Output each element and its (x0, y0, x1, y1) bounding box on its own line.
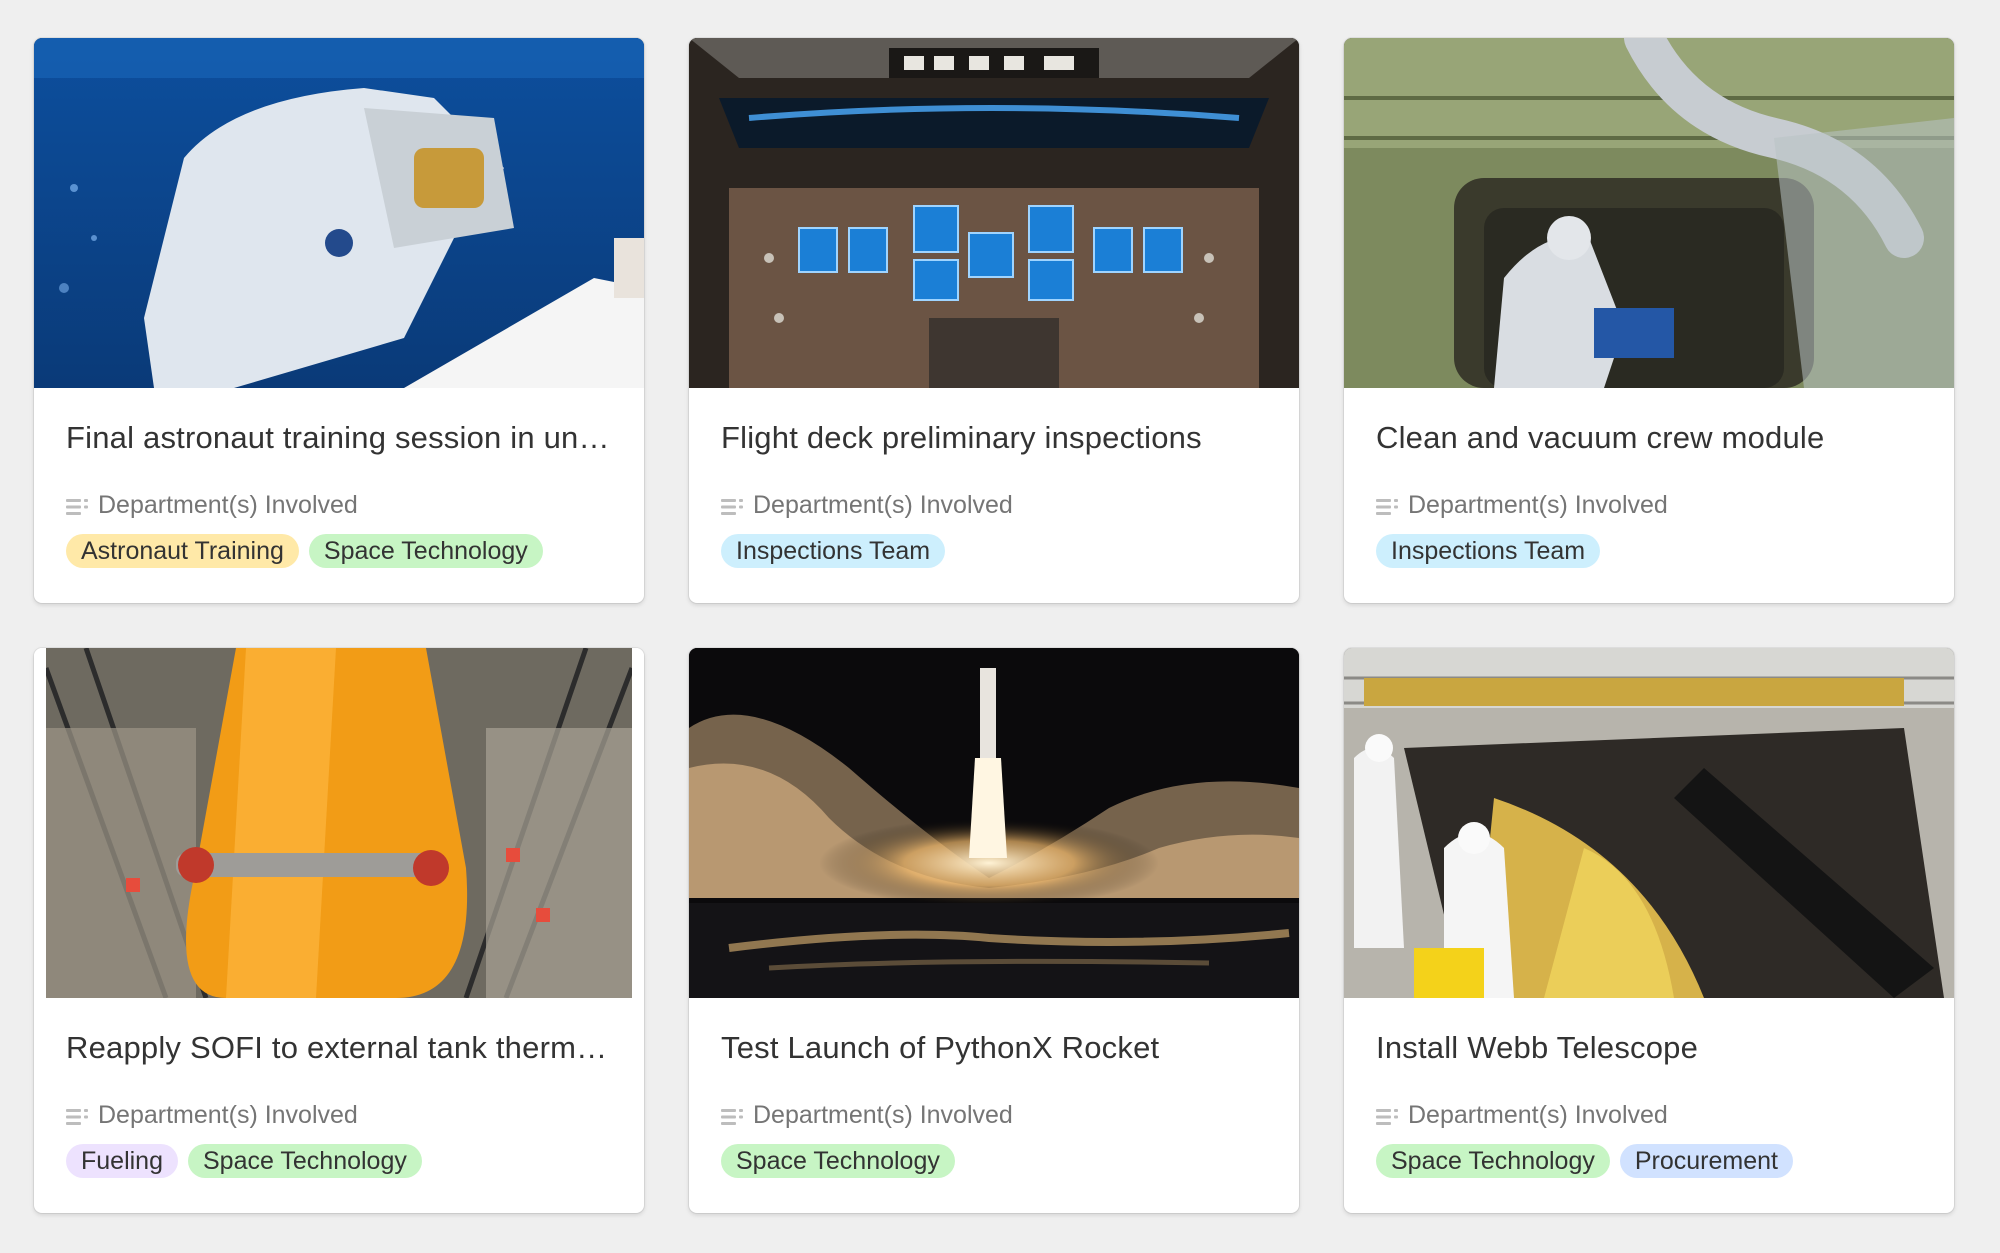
department-tag: Space Technology (1376, 1144, 1610, 1178)
department-tag: Procurement (1619, 1144, 1793, 1178)
field-label-row: Department(s) Involved (721, 488, 1267, 522)
department-tag: Space Technology (308, 534, 543, 568)
record-card[interactable]: Test Launch of PythonX Rocket Department… (689, 648, 1299, 1213)
cover-image (689, 38, 1299, 388)
field-label-row: Department(s) Involved (66, 1098, 612, 1132)
department-tag: Fueling (66, 1144, 178, 1178)
cover-image (1344, 38, 1954, 388)
field-label-row: Department(s) Involved (721, 1098, 1267, 1132)
department-tag: Space Technology (721, 1144, 955, 1178)
field-label-row: Department(s) Involved (1376, 488, 1922, 522)
department-tag: Astronaut Training (66, 534, 299, 568)
multiple-select-icon (66, 495, 90, 515)
field-label: Department(s) Involved (98, 1100, 358, 1129)
cover-image (1344, 648, 1954, 998)
card-title: Final astronaut training session in unde… (66, 420, 612, 455)
card-title: Reapply SOFI to external tank thermal pr… (66, 1030, 612, 1065)
multiple-select-icon (1376, 1105, 1400, 1125)
field-label: Department(s) Involved (753, 490, 1013, 519)
record-card[interactable]: Clean and vacuum crew module Department(… (1344, 38, 1954, 603)
tag-list: Inspections Team (721, 534, 1267, 568)
department-tag: Inspections Team (721, 534, 946, 568)
multiple-select-icon (1376, 495, 1400, 515)
card-title: Flight deck preliminary inspections (721, 420, 1202, 455)
card-title: Test Launch of PythonX Rocket (721, 1030, 1160, 1065)
tag-list: Astronaut Training Space Technology (66, 534, 612, 568)
cover-image (34, 38, 644, 388)
record-card[interactable]: Install Webb Telescope Department(s) Inv… (1344, 648, 1954, 1213)
field-label-row: Department(s) Involved (1376, 1098, 1922, 1132)
multiple-select-icon (721, 1105, 745, 1125)
card-title: Install Webb Telescope (1376, 1030, 1699, 1065)
card-title: Clean and vacuum crew module (1376, 420, 1825, 455)
record-gallery: Final astronaut training session in unde… (34, 38, 1954, 1213)
department-tag: Space Technology (188, 1144, 422, 1178)
field-label-row: Department(s) Involved (66, 488, 612, 522)
multiple-select-icon (66, 1105, 90, 1125)
tag-list: Fueling Space Technology (66, 1144, 612, 1178)
record-card[interactable]: Reapply SOFI to external tank thermal pr… (34, 648, 644, 1213)
tag-list: Space Technology (721, 1144, 1267, 1178)
record-card[interactable]: Final astronaut training session in unde… (34, 38, 644, 603)
cover-image (689, 648, 1299, 998)
field-label: Department(s) Involved (753, 1100, 1013, 1129)
tag-list: Inspections Team (1376, 534, 1922, 568)
record-card[interactable]: Flight deck preliminary inspections Depa… (689, 38, 1299, 603)
cover-image (34, 648, 644, 998)
field-label: Department(s) Involved (1408, 1100, 1668, 1129)
department-tag: Inspections Team (1376, 534, 1601, 568)
multiple-select-icon (721, 495, 745, 515)
field-label: Department(s) Involved (98, 490, 358, 519)
tag-list: Space Technology Procurement (1376, 1144, 1922, 1178)
field-label: Department(s) Involved (1408, 490, 1668, 519)
